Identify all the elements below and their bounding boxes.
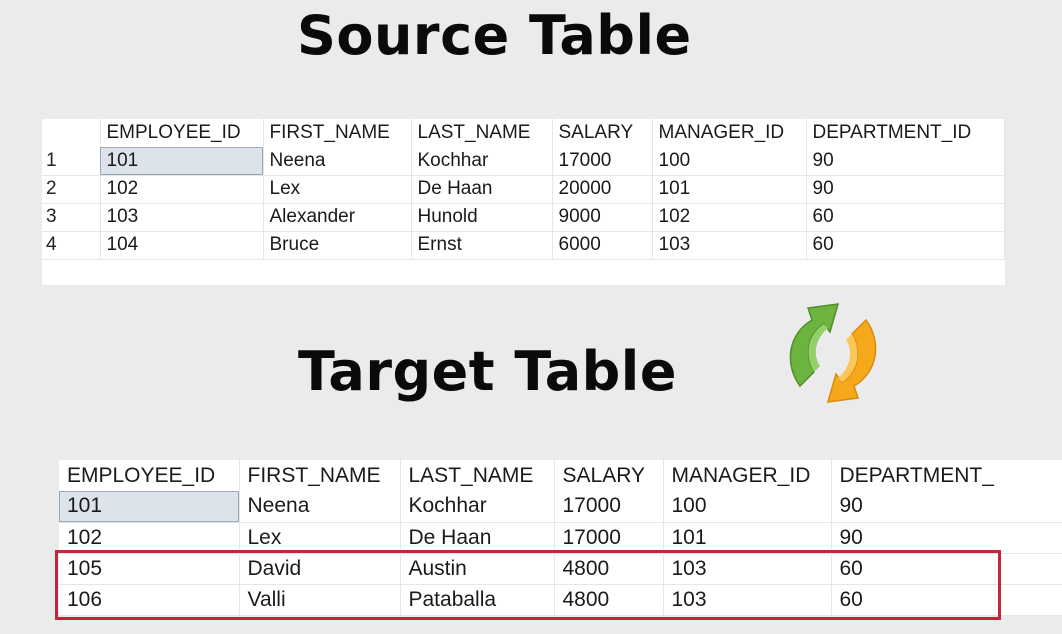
- table-cell[interactable]: 103: [663, 553, 832, 585]
- table-cell[interactable]: 17000: [554, 491, 664, 523]
- table-cell[interactable]: Valli: [239, 584, 401, 616]
- column-header[interactable]: DEPARTMENT_: [831, 460, 1062, 491]
- table-cell[interactable]: 17000: [552, 147, 653, 176]
- header-row: EMPLOYEE_ID FIRST_NAME LAST_NAME SALARY …: [59, 460, 1062, 491]
- table-cell[interactable]: Kochhar: [400, 491, 555, 523]
- table-cell[interactable]: 101: [59, 491, 240, 523]
- target-results-grid: EMPLOYEE_ID FIRST_NAME LAST_NAME SALARY …: [59, 460, 1062, 616]
- table-cell[interactable]: Ernst: [411, 231, 553, 260]
- table-cell[interactable]: Austin: [400, 553, 555, 585]
- source-table-title: Source Table: [297, 4, 692, 67]
- column-header[interactable]: FIRST_NAME: [239, 460, 401, 491]
- table-cell[interactable]: 6000: [552, 231, 653, 260]
- table-cell[interactable]: De Haan: [411, 175, 553, 204]
- column-header[interactable]: LAST_NAME: [400, 460, 555, 491]
- table-cell[interactable]: 101: [100, 147, 264, 176]
- table-row[interactable]: 102 Lex De Haan 17000 101 90: [59, 522, 1062, 554]
- table-row[interactable]: 3 103 Alexander Hunold 9000 102 60: [42, 203, 1005, 232]
- table-cell[interactable]: 100: [663, 491, 832, 523]
- row-number-header[interactable]: [42, 119, 101, 147]
- column-header[interactable]: LAST_NAME: [411, 119, 553, 147]
- table-cell[interactable]: 90: [806, 147, 1005, 176]
- table-cell[interactable]: 4800: [554, 584, 664, 616]
- table-cell[interactable]: Alexander: [263, 203, 412, 232]
- row-number[interactable]: 3: [42, 203, 101, 232]
- table-cell[interactable]: 4800: [554, 553, 664, 585]
- table-cell[interactable]: 102: [652, 203, 807, 232]
- row-number[interactable]: 4: [42, 231, 101, 260]
- table-cell[interactable]: Kochhar: [411, 147, 553, 176]
- table-cell[interactable]: 101: [663, 522, 832, 554]
- table-cell[interactable]: 103: [663, 584, 832, 616]
- table-row[interactable]: 1 101 Neena Kochhar 17000 100 90: [42, 147, 1005, 176]
- table-cell[interactable]: 60: [831, 553, 1062, 585]
- table-cell[interactable]: 103: [100, 203, 264, 232]
- table-cell[interactable]: 101: [652, 175, 807, 204]
- empty-grid-area: [42, 259, 1004, 285]
- table-cell[interactable]: 60: [806, 231, 1005, 260]
- table-cell[interactable]: Neena: [239, 491, 401, 523]
- table-row[interactable]: 4 104 Bruce Ernst 6000 103 60: [42, 231, 1005, 260]
- table-cell[interactable]: Lex: [263, 175, 412, 204]
- table-cell[interactable]: 90: [831, 491, 1062, 523]
- table-cell[interactable]: 103: [652, 231, 807, 260]
- table-cell[interactable]: Hunold: [411, 203, 553, 232]
- table-cell[interactable]: Pataballa: [400, 584, 555, 616]
- table-cell[interactable]: 90: [806, 175, 1005, 204]
- target-table-title: Target Table: [298, 340, 677, 403]
- sync-arrows-icon: [789, 303, 877, 403]
- table-cell[interactable]: 20000: [552, 175, 653, 204]
- table-cell[interactable]: 60: [806, 203, 1005, 232]
- table-cell[interactable]: Neena: [263, 147, 412, 176]
- header-row: EMPLOYEE_ID FIRST_NAME LAST_NAME SALARY …: [42, 119, 1005, 147]
- table-row[interactable]: 105 David Austin 4800 103 60: [59, 553, 1062, 585]
- table-cell[interactable]: Lex: [239, 522, 401, 554]
- table-cell[interactable]: 106: [59, 584, 240, 616]
- table-cell[interactable]: 102: [59, 522, 240, 554]
- column-header[interactable]: MANAGER_ID: [652, 119, 807, 147]
- column-header[interactable]: SALARY: [552, 119, 653, 147]
- table-cell[interactable]: 104: [100, 231, 264, 260]
- source-results-grid: EMPLOYEE_ID FIRST_NAME LAST_NAME SALARY …: [42, 119, 1005, 285]
- table-cell[interactable]: De Haan: [400, 522, 555, 554]
- table-cell[interactable]: Bruce: [263, 231, 412, 260]
- table-cell[interactable]: David: [239, 553, 401, 585]
- table-row[interactable]: 101 Neena Kochhar 17000 100 90: [59, 491, 1062, 523]
- table-row[interactable]: 106 Valli Pataballa 4800 103 60: [59, 584, 1062, 616]
- table-cell[interactable]: 105: [59, 553, 240, 585]
- row-number[interactable]: 2: [42, 175, 101, 204]
- table-cell[interactable]: 102: [100, 175, 264, 204]
- column-header[interactable]: SALARY: [554, 460, 664, 491]
- table-cell[interactable]: 17000: [554, 522, 664, 554]
- table-cell[interactable]: 60: [831, 584, 1062, 616]
- table-cell[interactable]: 100: [652, 147, 807, 176]
- column-header[interactable]: FIRST_NAME: [263, 119, 412, 147]
- column-header[interactable]: EMPLOYEE_ID: [100, 119, 264, 147]
- row-number[interactable]: 1: [42, 147, 101, 176]
- table-cell[interactable]: 9000: [552, 203, 653, 232]
- column-header[interactable]: EMPLOYEE_ID: [59, 460, 240, 491]
- table-cell[interactable]: 90: [831, 522, 1062, 554]
- column-header[interactable]: MANAGER_ID: [663, 460, 832, 491]
- column-header[interactable]: DEPARTMENT_ID: [806, 119, 1005, 147]
- table-row[interactable]: 2 102 Lex De Haan 20000 101 90: [42, 175, 1005, 204]
